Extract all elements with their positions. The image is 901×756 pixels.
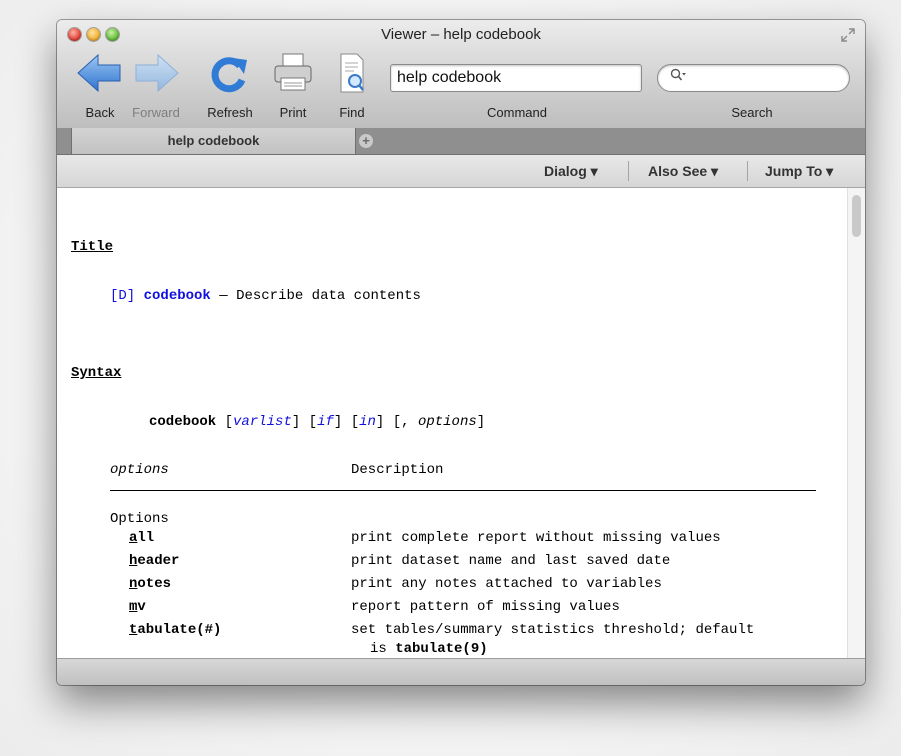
title-heading: Title [71,239,114,255]
bracket: ] [291,414,301,430]
command-input[interactable] [390,64,642,92]
bracket: ] [333,414,343,430]
fullscreen-icon[interactable] [841,28,855,42]
search-field[interactable] [657,64,850,92]
in-link[interactable]: in [359,414,376,430]
search-label: Search [731,105,773,120]
options-group-label: Options [110,511,169,527]
options-column-header: options [110,462,169,478]
find-document-icon [322,50,382,96]
status-bar [57,658,865,685]
option-mv[interactable]: mv [129,598,146,616]
syntax-options: options [417,414,477,430]
scrollbar-thumb[interactable] [852,195,861,237]
dialog-menu[interactable]: Dialog ▾ [544,155,598,187]
option-notes[interactable]: notes [129,575,171,593]
tabulate-default: tabulate(9) [395,641,488,657]
find-button[interactable]: Find [322,50,382,120]
tab-help-codebook[interactable]: help codebook [71,128,356,154]
help-menubar: Dialog ▾ Also See ▾ Jump To ▾ [57,155,865,188]
command-label: Command [487,105,547,120]
syntax-heading: Syntax [71,365,122,381]
bracket: ] [375,414,385,430]
option-tabulate[interactable]: tabulate(#) [129,621,221,639]
refresh-button[interactable]: Refresh [200,50,260,120]
viewer-window: Viewer – help codebook Back Forward Refr… [57,20,865,685]
option-rest: ll [137,530,155,546]
syntax-command: codebook [149,414,217,430]
menu-separator [628,161,629,181]
bracket: [ [224,414,234,430]
description-column-header: Description [351,462,444,478]
refresh-icon [200,50,260,96]
option-all-description: print complete report without missing va… [351,530,721,546]
title-dash: — [219,288,228,304]
option-header-description: print dataset name and last saved date [351,553,671,569]
table-rule [110,490,816,491]
option-notes-description: print any notes attached to variables [351,576,662,592]
options-bracket: [, [392,414,418,430]
menu-separator [747,161,748,181]
help-content: Title [D] codebook — Describe data conte… [57,188,847,658]
option-header[interactable]: header [129,552,179,570]
varlist-link[interactable]: varlist [233,414,292,430]
option-mv-description: report pattern of missing values [351,599,620,615]
find-label: Find [339,105,365,120]
option-rest: abulate(#) [137,622,222,638]
add-tab-icon[interactable]: + [359,134,373,148]
title-description: Describe data contents [236,288,421,304]
refresh-label: Refresh [207,105,253,120]
syntax-line: codebook [varlist] [if] [in] [, options] [149,413,485,431]
forward-button[interactable]: Forward [126,50,186,120]
if-link[interactable]: if [317,414,334,430]
tab-bar: help codebook + [57,128,865,155]
jump-to-menu[interactable]: Jump To ▾ [765,155,833,187]
bracket: [ [350,414,360,430]
option-rest: eader [137,553,180,569]
back-arrow-icon [70,50,130,96]
manual-ref-link[interactable]: [D] [110,288,135,304]
option-tabulate-description: set tables/summary statistics threshold;… [351,622,755,638]
option-all[interactable]: all [129,529,154,547]
forward-label: Forward [132,105,180,120]
title-toolbar: Viewer – help codebook Back Forward Refr… [57,20,865,129]
bracket: [ [308,414,318,430]
search-icon [670,68,686,85]
bracket: ] [476,414,486,430]
forward-arrow-icon [126,50,186,96]
also-see-menu[interactable]: Also See ▾ [648,155,718,187]
print-button[interactable]: Print [263,50,323,120]
title-line: [D] codebook — Describe data contents [110,287,421,305]
codebook-link[interactable]: codebook [144,288,211,304]
printer-icon [263,50,323,96]
option-tabulate-description-wrap: is tabulate(9) [370,640,488,658]
option-rest: otes [137,576,172,592]
option-rest: v [137,599,146,615]
window-title: Viewer – help codebook [381,26,541,43]
wrap-prefix: is [370,641,396,657]
vertical-scrollbar[interactable] [847,188,865,658]
